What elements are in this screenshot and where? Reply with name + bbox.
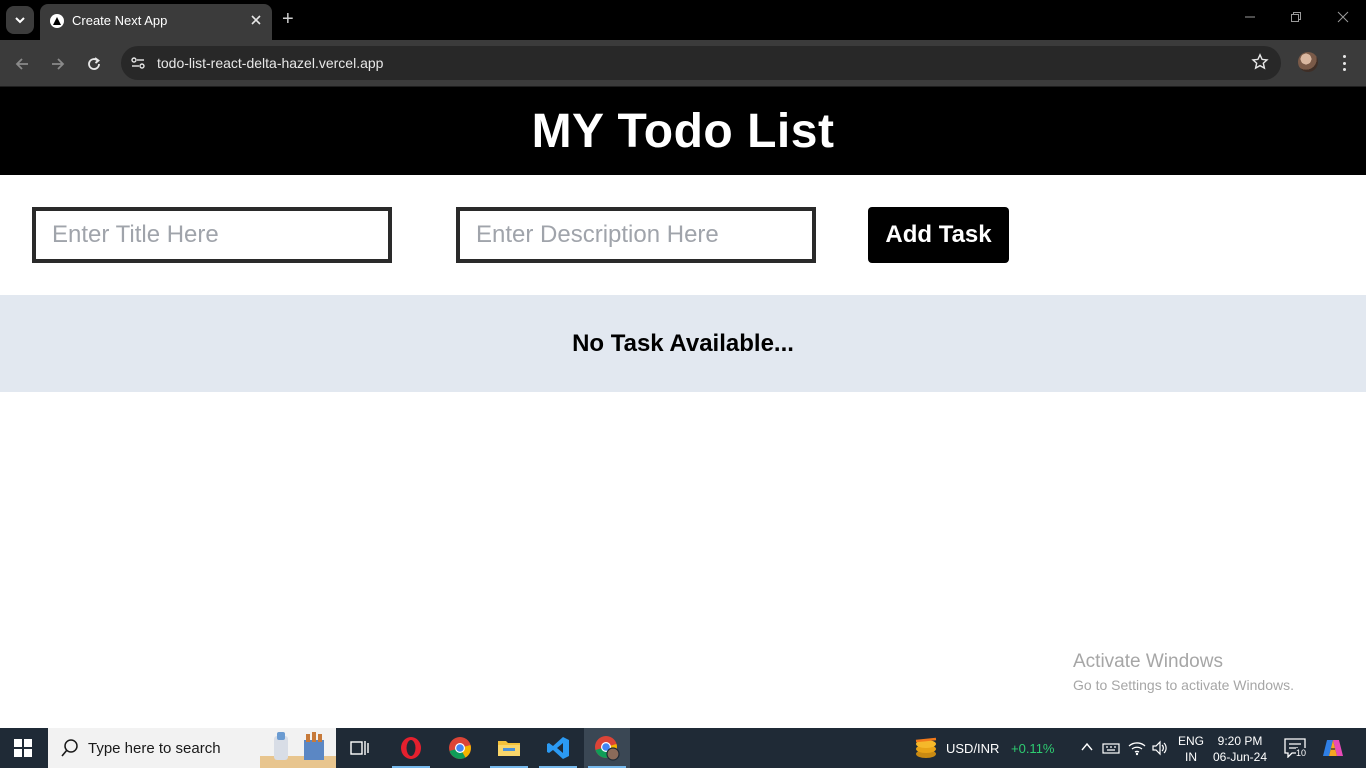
- page-title: MY Todo List: [531, 104, 835, 158]
- reload-icon[interactable]: [82, 52, 106, 76]
- file-explorer-icon[interactable]: [486, 728, 532, 768]
- vscode-icon[interactable]: [535, 728, 581, 768]
- copilot-icon[interactable]: [1322, 737, 1344, 759]
- menu-icon[interactable]: [1336, 52, 1352, 74]
- chrome-icon[interactable]: [437, 728, 483, 768]
- wifi-icon[interactable]: [1128, 740, 1146, 761]
- stock-change[interactable]: +0.11%: [1011, 741, 1055, 756]
- task-view-icon[interactable]: [337, 728, 383, 768]
- star-icon[interactable]: [1251, 53, 1269, 76]
- profile-avatar[interactable]: [1298, 52, 1318, 72]
- keyboard-icon[interactable]: [1102, 740, 1120, 761]
- stock-icon[interactable]: [914, 737, 938, 759]
- description-input[interactable]: [456, 207, 816, 263]
- task-form: Add Task: [0, 175, 1366, 295]
- clock-time: 9:20 PM: [1217, 734, 1263, 748]
- watermark-subtitle: Go to Settings to activate Windows.: [1073, 677, 1294, 693]
- activate-windows-watermark: Activate Windows Go to Settings to activ…: [1073, 651, 1294, 693]
- watermark-title: Activate Windows: [1073, 651, 1223, 672]
- add-task-button[interactable]: Add Task: [868, 207, 1009, 263]
- window-close-button[interactable]: [1337, 10, 1349, 26]
- opera-icon[interactable]: [388, 728, 434, 768]
- close-icon[interactable]: [248, 12, 264, 28]
- windows-taskbar: Type here to search USD/INR +0.11% ENG I…: [0, 728, 1366, 768]
- search-icon: [61, 739, 78, 757]
- tab-list-icon: [15, 17, 25, 24]
- chevron-up-icon[interactable]: [1080, 740, 1094, 759]
- tab-list-button[interactable]: [6, 6, 34, 34]
- browser-toolbar: todo-list-react-delta-hazel.vercel.app: [0, 40, 1366, 87]
- search-highlight-image: [260, 732, 336, 768]
- clock-date: 06-Jun-24: [1212, 750, 1268, 764]
- back-icon[interactable]: [10, 52, 34, 76]
- url-text[interactable]: todo-list-react-delta-hazel.vercel.app: [157, 55, 383, 71]
- site-info-icon[interactable]: [129, 54, 147, 72]
- forward-icon[interactable]: [46, 52, 70, 76]
- language-region: IN: [1185, 750, 1197, 764]
- app-header: MY Todo List: [0, 87, 1366, 175]
- restore-button[interactable]: [1290, 10, 1302, 26]
- search-placeholder: Type here to search: [88, 740, 221, 757]
- clock[interactable]: 9:20 PM 06-Jun-24: [1212, 733, 1268, 765]
- plus-icon[interactable]: +: [282, 9, 294, 29]
- browser-tab[interactable]: Create Next App: [40, 4, 272, 40]
- browser-tab-bar: Create Next App +: [0, 0, 1366, 40]
- windows-start-icon[interactable]: [14, 739, 32, 757]
- chrome-profile-icon[interactable]: [584, 728, 630, 768]
- task-list: No Task Available...: [0, 295, 1366, 392]
- volume-icon[interactable]: [1151, 740, 1169, 761]
- empty-state-message: No Task Available...: [572, 329, 794, 357]
- address-bar[interactable]: todo-list-react-delta-hazel.vercel.app: [121, 46, 1281, 80]
- nextjs-favicon-icon: [50, 14, 64, 28]
- title-input[interactable]: [32, 207, 392, 263]
- taskbar-search[interactable]: Type here to search: [48, 728, 336, 768]
- minimize-button[interactable]: [1244, 10, 1256, 26]
- notification-count: 10: [1296, 748, 1307, 758]
- stock-label[interactable]: USD/INR: [946, 741, 999, 756]
- language-code: ENG: [1178, 734, 1205, 748]
- tab-title: Create Next App: [72, 13, 168, 28]
- language-indicator[interactable]: ENG IN: [1178, 733, 1204, 765]
